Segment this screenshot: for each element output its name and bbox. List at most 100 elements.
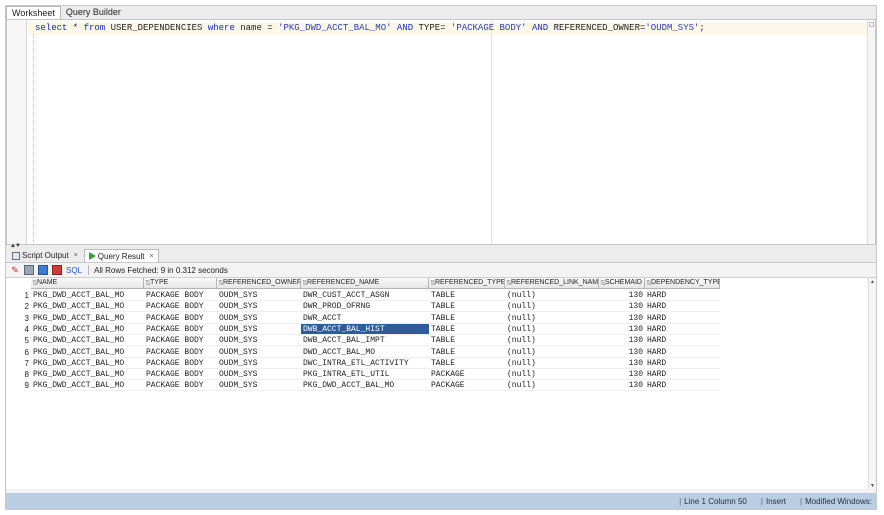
table-cell[interactable]: PACKAGE BODY: [144, 301, 217, 313]
table-cell[interactable]: HARD: [645, 358, 720, 369]
table-row[interactable]: 5 PKG_DWD_ACCT_BAL_MO PACKAGE BODY OUDM_SYS…: [6, 335, 720, 347]
table-cell[interactable]: TABLE: [429, 313, 505, 324]
table-row[interactable]: 4 PKG_DWD_ACCT_BAL_MO PACKAGE BODY OUDM_SYS…: [6, 323, 720, 335]
table-cell[interactable]: OUDM_SYS: [217, 347, 301, 358]
scroll-thumb[interactable]: [869, 22, 874, 27]
close-icon[interactable]: ×: [149, 253, 153, 260]
table-cell[interactable]: PKG_DWD_ACCT_BAL_MO: [31, 324, 144, 335]
table-cell[interactable]: HARD: [645, 369, 720, 381]
table-row[interactable]: 3 PKG_DWD_ACCT_BAL_MO PACKAGE BODY OUDM_SYS…: [6, 313, 720, 324]
table-cell[interactable]: TABLE: [429, 335, 505, 347]
table-cell[interactable]: TABLE: [429, 301, 505, 313]
row-number[interactable]: 8: [6, 369, 31, 380]
table-cell[interactable]: HARD: [645, 324, 720, 335]
table-cell[interactable]: (null): [505, 313, 599, 324]
table-cell[interactable]: OUDM_SYS: [217, 324, 301, 335]
table-cell[interactable]: 130: [599, 369, 645, 381]
table-cell[interactable]: (null): [505, 290, 599, 301]
table-cell[interactable]: (null): [505, 369, 599, 381]
table-cell[interactable]: PACKAGE BODY: [144, 335, 217, 347]
table-cell[interactable]: 130: [599, 380, 645, 392]
result-grid[interactable]: ▲ ▼ ⇅ NAME ⇅ TYPE ⇅ REFERENCED_OWNER ⇅ REFERENC…: [6, 277, 876, 489]
table-cell[interactable]: (null): [505, 335, 599, 347]
table-cell[interactable]: TABLE: [429, 324, 505, 335]
table-cell[interactable]: PKG_INTRA_ETL_UTIL: [301, 369, 429, 381]
table-cell[interactable]: PACKAGE BODY: [144, 290, 217, 301]
table-cell[interactable]: 130: [599, 335, 645, 347]
table-cell[interactable]: OUDM_SYS: [217, 358, 301, 369]
table-row[interactable]: 7 PKG_DWD_ACCT_BAL_MO PACKAGE BODY OUDM_SYS…: [6, 358, 720, 369]
row-number[interactable]: 6: [6, 347, 31, 358]
column-header-name[interactable]: ⇅ NAME: [31, 278, 144, 289]
row-number[interactable]: 1: [6, 290, 31, 301]
table-cell[interactable]: PACKAGE BODY: [144, 358, 217, 369]
table-cell[interactable]: HARD: [645, 290, 720, 301]
table-row[interactable]: 6 PKG_DWD_ACCT_BAL_MO PACKAGE BODY OUDM_SYS…: [6, 347, 720, 358]
table-cell[interactable]: OUDM_SYS: [217, 335, 301, 347]
table-cell[interactable]: (null): [505, 347, 599, 358]
row-number[interactable]: 3: [6, 313, 31, 324]
column-header-referenced-name[interactable]: ⇅ REFERENCED_NAME: [301, 278, 429, 289]
table-cell[interactable]: HARD: [645, 301, 720, 313]
table-cell[interactable]: DWR_PROD_OFRNG: [301, 301, 429, 313]
table-cell[interactable]: HARD: [645, 313, 720, 324]
sort-icon[interactable]: ⇅: [600, 279, 606, 288]
sql-editor[interactable]: select * from USER_DEPENDENCIES where na…: [6, 19, 876, 245]
sql-statement[interactable]: select * from USER_DEPENDENCIES where na…: [35, 23, 705, 34]
row-number[interactable]: 7: [6, 358, 31, 369]
editor-scrollbar[interactable]: [867, 20, 875, 244]
row-number[interactable]: 4: [6, 324, 31, 335]
table-row[interactable]: 9 PKG_DWD_ACCT_BAL_MO PACKAGE BODY OUDM_SYS…: [6, 380, 720, 392]
table-cell[interactable]: PKG_DWD_ACCT_BAL_MO: [31, 290, 144, 301]
table-row[interactable]: 2 PKG_DWD_ACCT_BAL_MO PACKAGE BODY OUDM_SYS…: [6, 301, 720, 313]
table-cell[interactable]: PKG_DWD_ACCT_BAL_MO: [31, 380, 144, 392]
table-cell[interactable]: PKG_DWD_ACCT_BAL_MO: [31, 313, 144, 324]
table-cell[interactable]: 130: [599, 313, 645, 324]
export-icon[interactable]: [38, 265, 48, 275]
column-header-referenced-type[interactable]: ⇅ REFERENCED_TYPE: [429, 278, 505, 289]
table-cell[interactable]: 130: [599, 301, 645, 313]
table-cell[interactable]: DWD_ACCT_BAL_MO: [301, 347, 429, 358]
table-cell[interactable]: PACKAGE BODY: [144, 369, 217, 381]
column-header-type[interactable]: ⇅ TYPE: [144, 278, 217, 289]
table-cell[interactable]: TABLE: [429, 290, 505, 301]
table-cell[interactable]: DWB_ACCT_BAL_HIST: [301, 323, 429, 335]
tab-query-result[interactable]: Query Result ×: [83, 249, 159, 262]
sort-icon[interactable]: ⇅: [646, 279, 652, 288]
row-number[interactable]: 2: [6, 301, 31, 312]
table-cell[interactable]: PKG_DWD_ACCT_BAL_MO: [301, 380, 429, 392]
table-cell[interactable]: OUDM_SYS: [217, 369, 301, 381]
table-cell[interactable]: PKG_DWD_ACCT_BAL_MO: [31, 347, 144, 358]
tab-worksheet[interactable]: Worksheet: [6, 6, 61, 19]
tab-script-output[interactable]: Script Output ×: [8, 249, 82, 262]
table-cell[interactable]: (null): [505, 380, 599, 392]
table-cell[interactable]: (null): [505, 301, 599, 313]
table-cell[interactable]: (null): [505, 324, 599, 335]
table-cell[interactable]: TABLE: [429, 358, 505, 369]
table-cell[interactable]: 130: [599, 358, 645, 369]
scroll-up-icon[interactable]: ▲: [870, 279, 875, 285]
table-cell[interactable]: 130: [599, 324, 645, 335]
sql-button[interactable]: SQL: [66, 266, 82, 275]
column-header-dependency-type[interactable]: ⇅ DEPENDENCY_TYPE: [645, 278, 720, 289]
table-cell[interactable]: HARD: [645, 380, 720, 392]
sort-icon[interactable]: ⇅: [32, 279, 38, 288]
sort-icon[interactable]: ⇅: [506, 279, 512, 288]
table-cell[interactable]: (null): [505, 358, 599, 369]
table-cell[interactable]: OUDM_SYS: [217, 313, 301, 324]
table-cell[interactable]: PACKAGE: [429, 380, 505, 392]
table-cell[interactable]: DWR_CUST_ACCT_ASGN: [301, 290, 429, 301]
grid-scrollbar[interactable]: ▲ ▼: [868, 278, 876, 489]
sort-icon[interactable]: ⇅: [430, 279, 436, 288]
print-icon[interactable]: [24, 265, 34, 275]
sort-icon[interactable]: ⇅: [145, 279, 151, 288]
table-cell[interactable]: OUDM_SYS: [217, 301, 301, 313]
table-cell[interactable]: TABLE: [429, 347, 505, 358]
sort-icon[interactable]: ⇅: [302, 279, 308, 288]
tab-query-builder[interactable]: Query Builder: [61, 6, 126, 19]
table-cell[interactable]: PACKAGE BODY: [144, 313, 217, 324]
table-cell[interactable]: PACKAGE BODY: [144, 380, 217, 392]
column-header-schemaid[interactable]: ⇅ SCHEMAID: [599, 278, 645, 289]
table-cell[interactable]: PKG_DWD_ACCT_BAL_MO: [31, 358, 144, 369]
close-icon[interactable]: ×: [74, 252, 78, 259]
